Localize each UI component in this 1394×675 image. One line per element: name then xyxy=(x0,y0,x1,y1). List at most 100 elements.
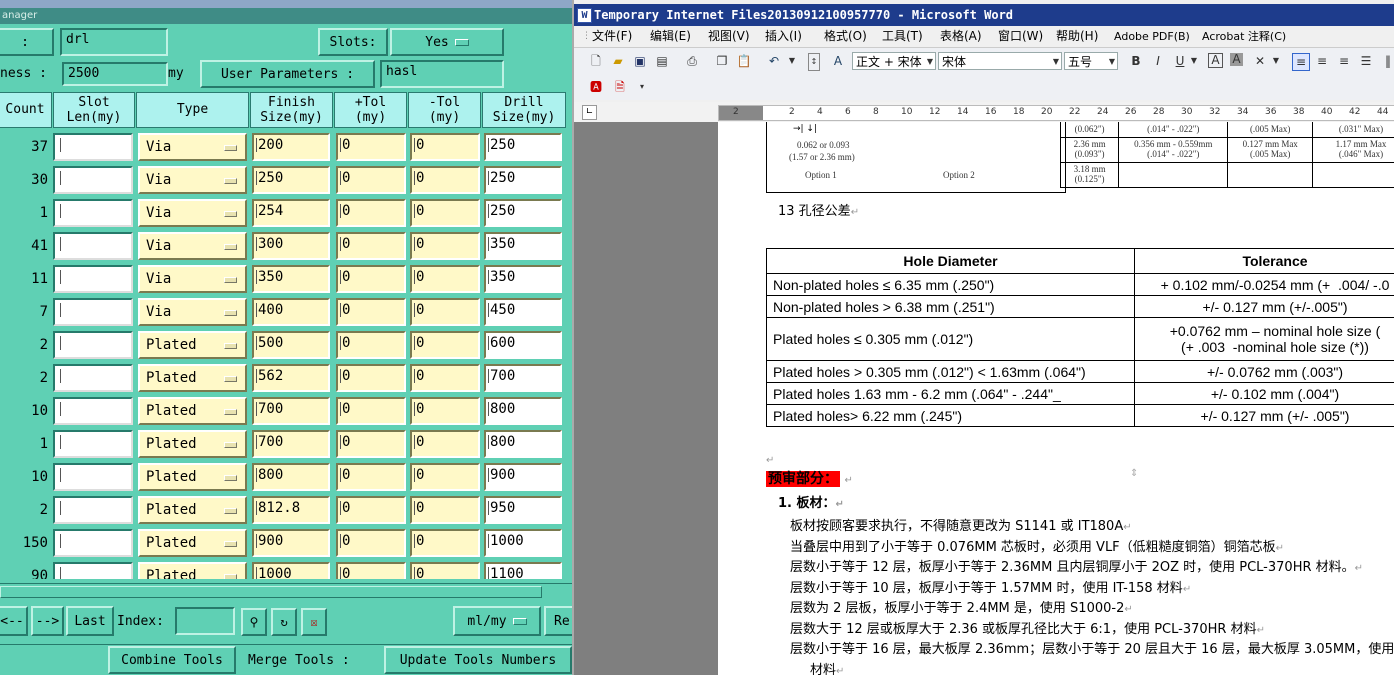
type-option-menu[interactable]: Plated xyxy=(138,463,247,491)
finish-size-input[interactable]: 350 xyxy=(252,265,330,293)
menu-edit[interactable]: 编辑(E) xyxy=(650,26,691,47)
scaling-dropdown-icon[interactable]: ▼ xyxy=(1268,53,1284,69)
undo-dropdown-icon[interactable]: ▼ xyxy=(784,53,800,69)
character-border-icon[interactable]: A xyxy=(1208,53,1223,68)
scrollbar-thumb[interactable] xyxy=(0,586,542,598)
type-option-menu[interactable]: Plated xyxy=(138,430,247,458)
index-field[interactable] xyxy=(175,607,235,635)
plus-tol-input[interactable]: 0 xyxy=(336,265,406,293)
plus-tol-input[interactable]: 0 xyxy=(336,430,406,458)
plus-tol-input[interactable]: 0 xyxy=(336,331,406,359)
slots-option-menu[interactable]: Yes xyxy=(390,28,504,56)
combine-tools-button[interactable]: Combine Tools xyxy=(108,646,236,674)
tab-selector-icon[interactable]: ∟ xyxy=(582,105,597,120)
drill-size-input[interactable]: 1000 xyxy=(484,529,562,557)
pdf-comment-icon[interactable]: 🗎 xyxy=(612,79,628,95)
minus-tol-input[interactable]: 0 xyxy=(410,463,480,491)
slot-len-input[interactable] xyxy=(53,463,133,491)
minus-tol-input[interactable]: 0 xyxy=(410,298,480,326)
slot-len-input[interactable] xyxy=(53,298,133,326)
plus-tol-input[interactable]: 0 xyxy=(336,364,406,392)
finish-size-input[interactable]: 254 xyxy=(252,199,330,227)
minus-tol-input[interactable]: 0 xyxy=(410,166,480,194)
finish-size-input[interactable]: 1000 xyxy=(252,562,330,579)
paste-icon[interactable]: 📋 xyxy=(736,53,752,69)
plus-tol-input[interactable]: 0 xyxy=(336,232,406,260)
align-right-icon[interactable]: ≡ xyxy=(1336,53,1352,69)
drill-size-input[interactable]: 450 xyxy=(484,298,562,326)
slot-len-input[interactable] xyxy=(53,331,133,359)
plus-tol-input[interactable]: 0 xyxy=(336,133,406,161)
type-option-menu[interactable]: Via xyxy=(138,133,247,161)
slot-len-input[interactable] xyxy=(53,199,133,227)
plus-tol-input[interactable]: 0 xyxy=(336,298,406,326)
type-option-menu[interactable]: Via xyxy=(138,199,247,227)
menu-file[interactable]: 文件(F) xyxy=(592,26,632,47)
font-combo[interactable]: 宋体 ▼ xyxy=(938,52,1062,70)
line-spacing-icon[interactable]: ‖ xyxy=(1380,53,1394,69)
prev-button[interactable]: <-- xyxy=(0,606,28,636)
menu-adobe-pdf[interactable]: Adobe PDF(B) xyxy=(1114,26,1190,47)
minus-tol-input[interactable]: 0 xyxy=(410,562,480,579)
units-option-menu[interactable]: ml/my xyxy=(453,606,541,636)
slot-len-input[interactable] xyxy=(53,364,133,392)
slot-len-input[interactable] xyxy=(53,133,133,161)
copy-icon[interactable]: ❐ xyxy=(714,53,730,69)
plus-tol-input[interactable]: 0 xyxy=(336,562,406,579)
undo-icon[interactable]: ↶ xyxy=(766,53,782,69)
drill-size-input[interactable]: 250 xyxy=(484,133,562,161)
horizontal-ruler[interactable]: 2 2 4 6 8 10 12 14 16 18 20 22 24 26 28 30 32 34 36 38 40 42 4… xyxy=(718,105,1394,121)
save-icon[interactable]: ▣ xyxy=(632,53,648,69)
finish-size-input[interactable]: 400 xyxy=(252,298,330,326)
character-shading-icon[interactable]: A xyxy=(1230,53,1243,66)
distributed-icon[interactable]: ☰ xyxy=(1358,53,1374,69)
font-size-combo[interactable]: 五号 ▼ xyxy=(1064,52,1118,70)
minus-tol-input[interactable]: 0 xyxy=(410,265,480,293)
plus-tol-input[interactable]: 0 xyxy=(336,463,406,491)
plus-tol-input[interactable]: 0 xyxy=(336,496,406,524)
re-button[interactable]: Re xyxy=(544,606,572,636)
slot-len-input[interactable] xyxy=(53,265,133,293)
search-button[interactable]: ⚲ xyxy=(241,608,267,636)
type-option-menu[interactable]: Via xyxy=(138,232,247,260)
slot-len-input[interactable] xyxy=(53,562,133,579)
finish-size-input[interactable]: 200 xyxy=(252,133,330,161)
open-folder-icon[interactable]: ▰ xyxy=(610,53,626,69)
drill-size-input[interactable]: 700 xyxy=(484,364,562,392)
menu-view[interactable]: 视图(V) xyxy=(708,26,750,47)
slot-len-input[interactable] xyxy=(53,166,133,194)
align-center-icon[interactable]: ≡ xyxy=(1314,53,1330,69)
delete-button[interactable]: ☒ xyxy=(301,608,327,636)
drill-size-input[interactable]: 350 xyxy=(484,232,562,260)
minus-tol-input[interactable]: 0 xyxy=(410,331,480,359)
menu-table[interactable]: 表格(A) xyxy=(940,26,982,47)
permission-icon[interactable]: ▤ xyxy=(654,53,670,69)
drill-size-input[interactable]: 600 xyxy=(484,331,562,359)
minus-tol-input[interactable]: 0 xyxy=(410,364,480,392)
finish-size-input[interactable]: 562 xyxy=(252,364,330,392)
finish-size-input[interactable]: 250 xyxy=(252,166,330,194)
type-option-menu[interactable]: Plated xyxy=(138,529,247,557)
user-parameters-button[interactable]: User Parameters : xyxy=(200,60,375,88)
drill-size-input[interactable]: 250 xyxy=(484,166,562,194)
type-option-menu[interactable]: Plated xyxy=(138,364,247,392)
slot-len-input[interactable] xyxy=(53,232,133,260)
drill-size-input[interactable]: 250 xyxy=(484,199,562,227)
minus-tol-input[interactable]: 0 xyxy=(410,397,480,425)
minus-tol-input[interactable]: 0 xyxy=(410,529,480,557)
drill-size-input[interactable]: 950 xyxy=(484,496,562,524)
drill-size-input[interactable]: 800 xyxy=(484,397,562,425)
menu-help[interactable]: 帮助(H) xyxy=(1056,26,1098,47)
slot-len-input[interactable] xyxy=(53,496,133,524)
minus-tol-input[interactable]: 0 xyxy=(410,199,480,227)
type-option-menu[interactable]: Via xyxy=(138,265,247,293)
drill-size-input[interactable]: 800 xyxy=(484,430,562,458)
plus-tol-input[interactable]: 0 xyxy=(336,199,406,227)
type-option-menu[interactable]: Via xyxy=(138,166,247,194)
type-option-menu[interactable]: Plated xyxy=(138,496,247,524)
type-option-menu[interactable]: Plated xyxy=(138,562,247,579)
type-option-menu[interactable]: Plated xyxy=(138,331,247,359)
thickness-field[interactable]: 2500 xyxy=(62,62,168,86)
minus-tol-input[interactable]: 0 xyxy=(410,232,480,260)
last-button[interactable]: Last xyxy=(66,606,114,636)
